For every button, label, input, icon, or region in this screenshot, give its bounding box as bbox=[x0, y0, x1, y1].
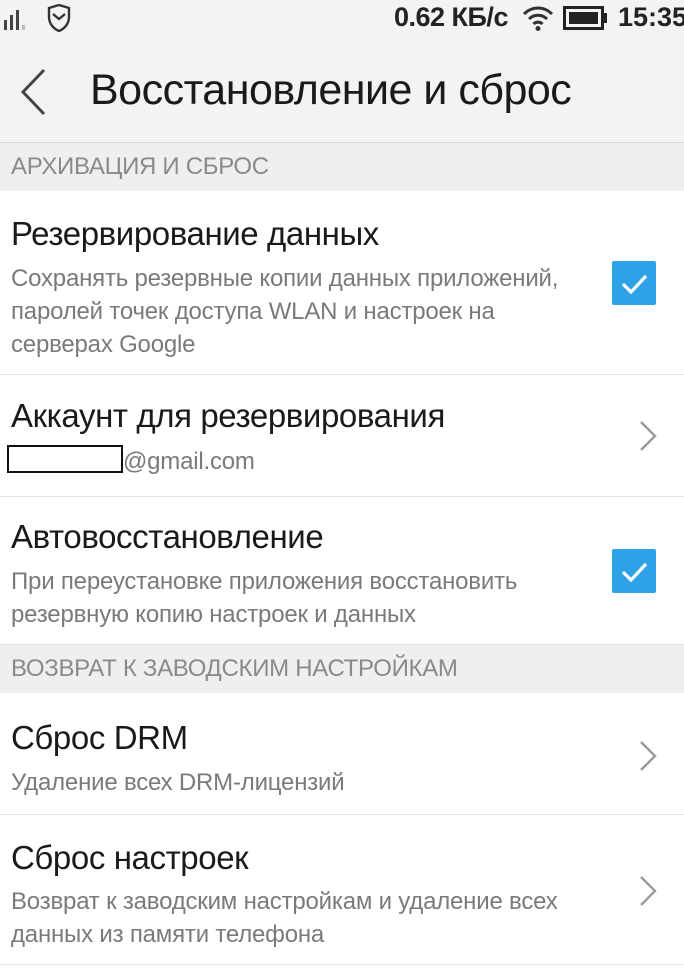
shield-icon bbox=[46, 3, 72, 37]
signal-icon bbox=[4, 8, 30, 35]
backup-data-checkbox[interactable] bbox=[612, 261, 656, 305]
page-title: Восстановление и сброс bbox=[90, 66, 572, 114]
chevron-right-icon bbox=[638, 874, 658, 908]
setting-description-line: Возврат к заводским настройкам и удалени… bbox=[11, 888, 558, 915]
setting-title: Аккаунт для резервирования bbox=[11, 397, 445, 434]
auto-restore-checkbox[interactable] bbox=[612, 549, 656, 593]
setting-drm-reset[interactable]: Сброс DRM Удаление всех DRM-лицензий bbox=[0, 693, 684, 815]
checkmark-icon bbox=[621, 562, 648, 583]
chevron-right-icon bbox=[638, 739, 658, 773]
setting-title: Сброс DRM bbox=[11, 719, 188, 756]
status-bar: 0.62 КБ/с 15:35 bbox=[0, 0, 684, 38]
setting-title: Сброс настроек bbox=[11, 839, 249, 876]
back-arrow-icon[interactable] bbox=[18, 66, 48, 118]
setting-description-line: серверах Google bbox=[11, 331, 196, 358]
account-email: @gmail.com bbox=[7, 445, 255, 478]
checkmark-icon bbox=[621, 274, 648, 295]
section-header-backup: АРХИВАЦИЯ И СБРОС bbox=[0, 143, 684, 191]
network-speed: 0.62 КБ/с bbox=[394, 2, 508, 32]
battery-icon bbox=[563, 6, 609, 35]
setting-description-line: При переустановке приложения восстановит… bbox=[11, 568, 518, 595]
setting-factory-reset[interactable]: Сброс настроек Возврат к заводским настр… bbox=[0, 815, 684, 965]
setting-description-line: резервную копию настроек и данных bbox=[11, 601, 416, 628]
setting-title: Автовосстановление bbox=[11, 518, 324, 555]
setting-description-line: Сохранять резервные копии данных приложе… bbox=[11, 265, 559, 292]
setting-title: Резервирование данных bbox=[11, 215, 379, 252]
clock: 15:35 bbox=[618, 2, 684, 32]
section-header-factory-reset: ВОЗВРАТ К ЗАВОДСКИМ НАСТРОЙКАМ bbox=[0, 645, 684, 693]
setting-backup-data[interactable]: Резервирование данных Сохранять резервны… bbox=[0, 191, 684, 375]
redacted-username bbox=[7, 445, 123, 473]
wifi-icon bbox=[522, 4, 554, 37]
app-bar: Восстановление и сброс bbox=[0, 38, 684, 143]
chevron-right-icon bbox=[638, 419, 658, 453]
setting-description-line: Удаление всех DRM-лицензий bbox=[11, 769, 345, 796]
setting-description-line: паролей точек доступа WLAN и настроек на bbox=[11, 298, 495, 325]
setting-auto-restore[interactable]: Автовосстановление При переустановке при… bbox=[0, 497, 684, 645]
setting-backup-account[interactable]: Аккаунт для резервирования @gmail.com bbox=[0, 375, 684, 497]
email-domain: @gmail.com bbox=[123, 448, 255, 475]
setting-description-line: данных из памяти телефона bbox=[11, 921, 325, 948]
